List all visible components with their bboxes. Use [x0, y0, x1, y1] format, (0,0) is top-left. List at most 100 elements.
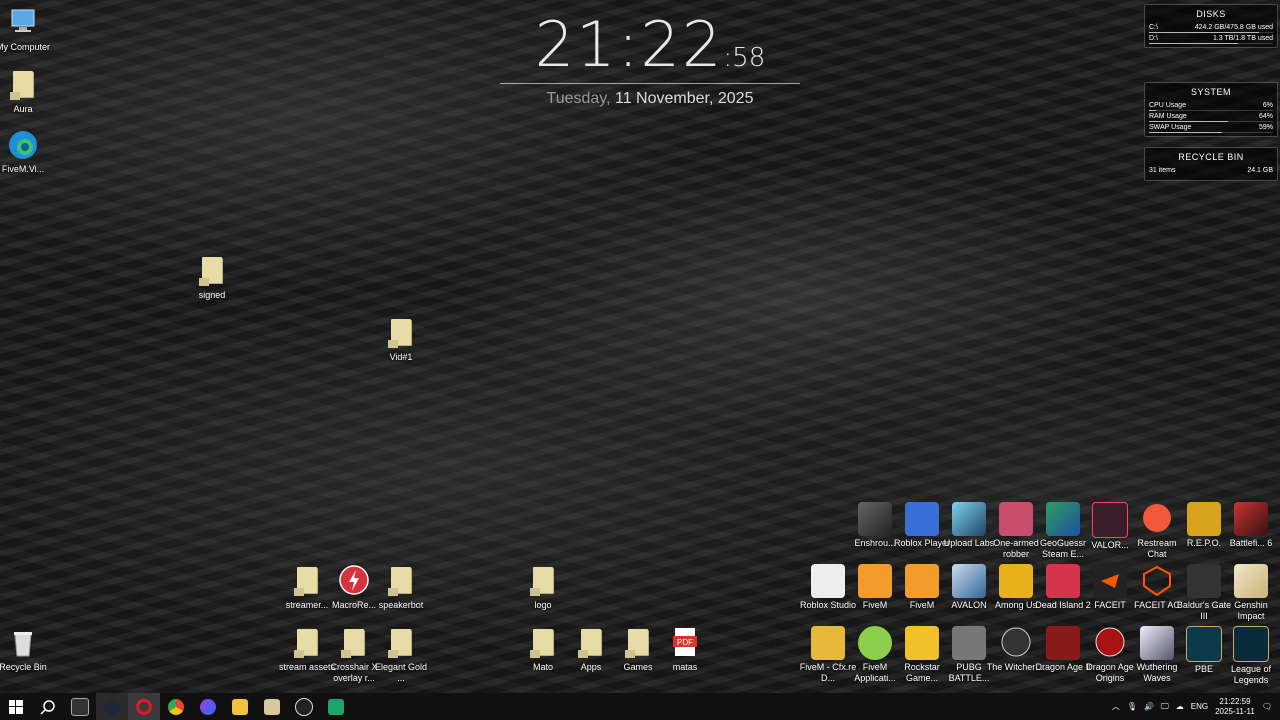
desktop-icon-my-computer[interactable]: My Computer: [0, 6, 53, 53]
dragon-age-origins-icon: [1093, 626, 1127, 660]
disks-title: DISKS: [1196, 9, 1226, 19]
swap-row: SWAP Usage 59%: [1149, 124, 1273, 133]
taskbar-date: 2025-11-11: [1215, 706, 1255, 716]
disk-row: C:\ 424.2 GB/475.8 GB used: [1149, 24, 1273, 33]
taskbar-obs[interactable]: [288, 693, 320, 720]
desktop-icon-fivem-video[interactable]: FiveM.Vi...: [0, 128, 53, 175]
system-tray: ︿ 🎙 🔊 🖵 ☁ ENG 21:22:59 2025-11-11 🗨: [1112, 693, 1280, 720]
restream-icon: [1140, 502, 1174, 536]
folder-icon: [574, 626, 608, 660]
geoguessr-icon: [1046, 502, 1080, 536]
baldurs-gate-icon: [1187, 564, 1221, 598]
search-icon: [40, 699, 55, 715]
cloud-icon[interactable]: ☁: [1176, 702, 1184, 711]
volume-icon[interactable]: 🔊: [1144, 702, 1154, 711]
taskbar-epic-games[interactable]: [64, 693, 96, 720]
among-us-icon: [999, 564, 1033, 598]
folder-icon: [526, 564, 560, 598]
clock-weekday: Tuesday,: [546, 90, 611, 107]
system-widget: SYSTEM CPU Usage 6% RAM Usage 64% SWAP Usa…: [1144, 82, 1278, 137]
start-button[interactable]: [0, 693, 32, 720]
recycle-bin-icon: [6, 626, 40, 660]
chrome-icon: [168, 698, 184, 715]
clock-time: 21:22: [534, 8, 724, 81]
network-icon[interactable]: 🖵: [1161, 702, 1169, 712]
fivem-icon: [905, 564, 939, 598]
folder-icon: [290, 564, 324, 598]
search-button[interactable]: [32, 693, 64, 720]
fivem-application-icon: [858, 626, 892, 660]
desktop-icon-signed[interactable]: signed: [182, 254, 242, 301]
microphone-icon[interactable]: 🎙: [1127, 702, 1137, 711]
battlefield-icon: [1234, 502, 1268, 536]
wuthering-waves-icon: [1140, 626, 1174, 660]
cpu-row: CPU Usage 6%: [1149, 102, 1273, 111]
desktop-icon-battlefield-6[interactable]: Battlefi... 6: [1221, 502, 1280, 549]
folder-icon: [526, 626, 560, 660]
taskbar-chrome[interactable]: [160, 693, 192, 720]
steam-icon: [104, 698, 120, 715]
disks-widget: DISKS C:\ 424.2 GB/475.8 GB used D:\ 1.3 T…: [1144, 4, 1278, 48]
pdf-icon: PDF: [668, 626, 702, 660]
genshin-icon: [1234, 564, 1268, 598]
messenger-icon: [200, 698, 216, 715]
clock-seconds: :58: [723, 43, 766, 73]
system-title: SYSTEM: [1190, 87, 1231, 97]
desktop-icon-elegant-gold[interactable]: Elegant Gold ...: [371, 626, 431, 684]
folder-icon: [195, 254, 229, 288]
dead-island-icon: [1046, 564, 1080, 598]
rockstar-icon: [905, 626, 939, 660]
one-armed-robber-icon: [999, 502, 1033, 536]
desktop-icon-speakerbot[interactable]: speakerbot: [371, 564, 431, 611]
folder-icon: [337, 626, 371, 660]
league-icon: [1233, 626, 1269, 662]
clock-date: 11 November, 2025: [615, 90, 754, 107]
desktop-icon-league-of-legends[interactable]: League of Legends: [1221, 626, 1280, 686]
enshrouded-icon: [858, 502, 892, 536]
desktop-icon-logo[interactable]: logo: [513, 564, 573, 611]
desktop-icon-matas-pdf[interactable]: PDF matas: [655, 626, 715, 673]
dragon-age-2-icon: [1046, 626, 1080, 660]
upload-labs-icon: [952, 502, 986, 536]
taskbar-steam[interactable]: [96, 693, 128, 720]
folder-icon: [290, 626, 324, 660]
taskbar-time: 21:22:59: [1219, 696, 1251, 706]
app-icon: [264, 698, 280, 715]
obs-icon: [295, 697, 313, 716]
chevron-up-icon[interactable]: ︿: [1112, 701, 1120, 712]
ram-row: RAM Usage 64%: [1149, 113, 1273, 122]
windows-icon: [9, 699, 23, 714]
recycle-bin-widget: RECYCLE BIN 31 items 24.1 GB: [1144, 147, 1278, 181]
taskbar-app[interactable]: [256, 693, 288, 720]
folder-icon: [384, 564, 418, 598]
app-green-icon: [328, 698, 344, 715]
notification-icon[interactable]: 🗨: [1262, 702, 1272, 711]
taskbar-file-explorer[interactable]: [224, 693, 256, 720]
repo-icon: [1187, 502, 1221, 536]
clock-divider: [500, 83, 800, 84]
taskbar-app-green[interactable]: [320, 693, 352, 720]
desktop-icon-aura[interactable]: Aura: [0, 68, 53, 115]
recycle-title: RECYCLE BIN: [1178, 152, 1244, 162]
avalon-icon: [952, 564, 986, 598]
recycle-items: 31 items: [1149, 167, 1176, 174]
taskbar-messenger[interactable]: [192, 693, 224, 720]
faceit-icon: [1093, 564, 1127, 598]
macro-recorder-icon: [337, 564, 371, 598]
desktop-clock-widget: 21:22:58 Tuesday, 11 November, 2025: [500, 8, 800, 108]
faceit-ac-icon: [1140, 564, 1174, 598]
pubg-icon: [952, 626, 986, 660]
roblox-studio-icon: [811, 564, 845, 598]
taskbar: ︿ 🎙 🔊 🖵 ☁ ENG 21:22:59 2025-11-11 🗨: [0, 693, 1280, 720]
valorant-icon: [1092, 502, 1128, 538]
desktop-icon-genshin-impact[interactable]: Genshin Impact: [1221, 564, 1280, 622]
epic-games-icon: [71, 697, 89, 716]
language-indicator[interactable]: ENG: [1191, 702, 1208, 711]
edge-icon: [6, 128, 40, 162]
taskbar-opera[interactable]: [128, 693, 160, 720]
computer-icon: [6, 6, 40, 40]
desktop-icon-recycle-bin[interactable]: Recycle Bin: [0, 626, 53, 673]
fivem-cfx-icon: [811, 626, 845, 660]
desktop-icon-vid1[interactable]: Vid#1: [371, 316, 431, 363]
taskbar-clock[interactable]: 21:22:59 2025-11-11: [1215, 697, 1255, 717]
